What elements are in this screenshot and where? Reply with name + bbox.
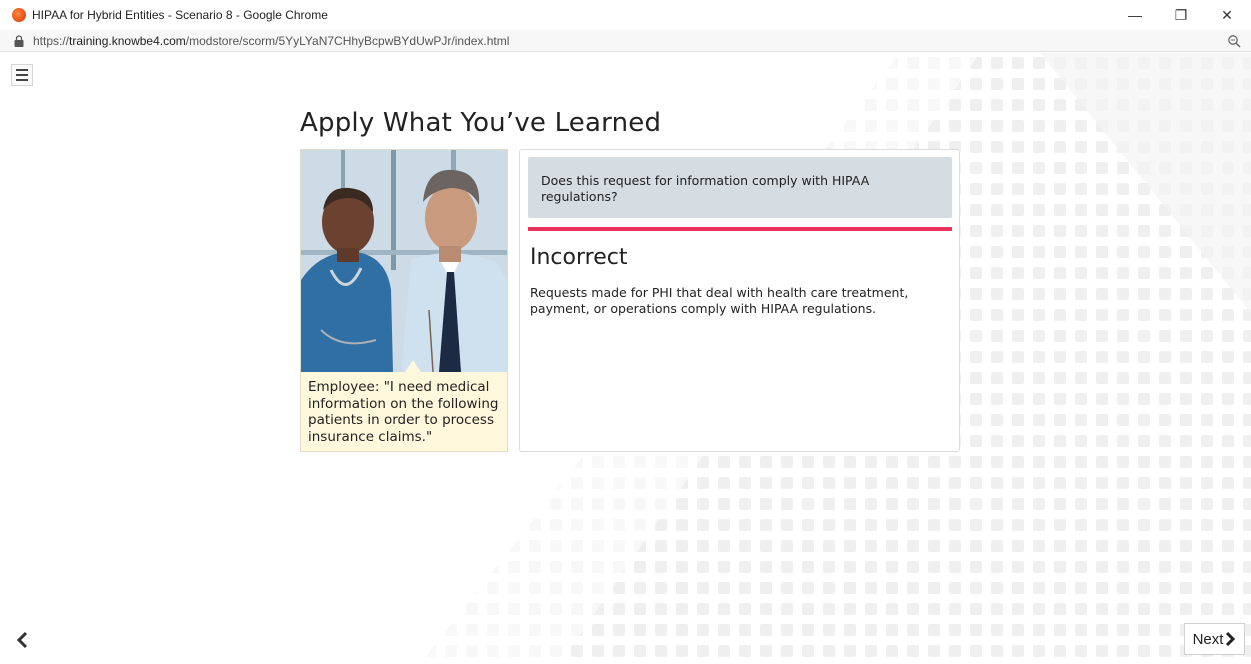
window-titlebar: HIPAA for Hybrid Entities - Scenario 8 -… — [0, 0, 1251, 30]
close-button[interactable]: ✕ — [1204, 3, 1250, 27]
url-text[interactable]: https://training.knowbe4.com/modstore/sc… — [33, 34, 509, 48]
lock-icon — [14, 35, 24, 47]
address-bar[interactable]: https://training.knowbe4.com/modstore/sc… — [0, 30, 1251, 52]
course-content: Apply What You’ve Learned Employee: "I n… — [0, 53, 1251, 664]
result-divider — [528, 227, 952, 231]
maximize-icon: ❐ — [1174, 6, 1188, 23]
scenario-card: Employee: "I need medical information on… — [300, 149, 508, 452]
question-text: Does this request for information comply… — [541, 173, 870, 204]
chrome-app-icon — [12, 8, 26, 22]
chevron-left-icon — [16, 631, 28, 649]
feedback-card: Does this request for information comply… — [519, 149, 960, 452]
maximize-button[interactable]: ❐ — [1158, 3, 1204, 27]
chevron-right-icon — [1226, 631, 1236, 647]
menu-bar — [16, 69, 28, 71]
url-path: /modstore/scorm/5YyLYaN7CHhyBcpwBYdUwPJr… — [185, 34, 510, 48]
scenario-photo — [301, 150, 507, 372]
close-icon: ✕ — [1221, 6, 1233, 23]
previous-button[interactable] — [11, 626, 33, 654]
menu-button[interactable] — [11, 64, 33, 86]
minimize-icon: — — [1128, 7, 1142, 23]
url-host: training.knowbe4.com — [69, 34, 186, 48]
url-prefix: https:// — [33, 34, 70, 48]
question-box: Does this request for information comply… — [528, 157, 952, 218]
next-button[interactable]: Next — [1184, 623, 1245, 655]
minimize-button[interactable]: — — [1112, 3, 1158, 27]
zoom-icon[interactable] — [1227, 34, 1241, 48]
scenario-caption: Employee: "I need medical information on… — [308, 379, 499, 445]
menu-bar — [16, 74, 28, 76]
page-title: Apply What You’ve Learned — [300, 108, 662, 138]
next-label: Next — [1192, 630, 1224, 648]
result-explanation: Requests made for PHI that deal with hea… — [530, 285, 909, 316]
menu-bar — [16, 79, 28, 81]
window-title: HIPAA for Hybrid Entities - Scenario 8 -… — [32, 8, 328, 22]
result-heading: Incorrect — [530, 245, 628, 270]
